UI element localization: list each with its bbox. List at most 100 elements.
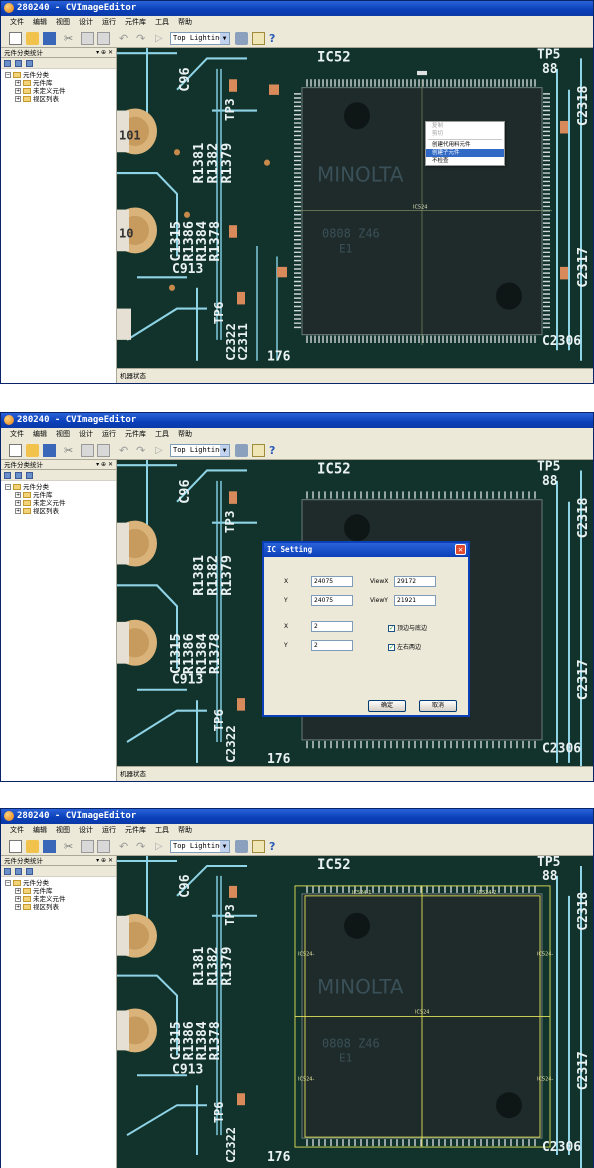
book-icon[interactable] xyxy=(252,444,265,457)
print-icon[interactable] xyxy=(235,840,248,853)
new-file-icon[interactable] xyxy=(9,840,22,853)
paste-icon[interactable] xyxy=(97,444,110,457)
menu-tools[interactable]: 工具 xyxy=(155,428,169,441)
copy-icon[interactable] xyxy=(81,840,94,853)
undo-icon[interactable]: ↶ xyxy=(119,32,132,45)
expand-icon[interactable]: + xyxy=(15,80,21,86)
pcb-canvas[interactable]: IC52 TP5 88 C2318 C96 TP3 R1381 R1382 R1… xyxy=(117,856,593,1168)
tree-root[interactable]: − 元件分类 xyxy=(5,71,116,79)
panel-controls[interactable]: ▾ ⊕ ✕ xyxy=(96,48,113,58)
menu-design[interactable]: 设计 xyxy=(79,428,93,441)
menu-view[interactable]: 视图 xyxy=(56,824,70,837)
save-icon[interactable] xyxy=(43,840,56,853)
panel-tool-icon[interactable] xyxy=(26,472,33,479)
close-icon[interactable]: ✕ xyxy=(455,544,466,555)
expand-icon[interactable]: + xyxy=(15,88,21,94)
cut-icon[interactable]: ✂ xyxy=(64,444,77,457)
save-icon[interactable] xyxy=(43,444,56,457)
menu-library[interactable]: 元件库 xyxy=(125,16,146,29)
tree-item-views[interactable]: + 视区列表 xyxy=(5,507,116,515)
viewy-input[interactable]: 21921 xyxy=(394,595,436,606)
print-icon[interactable] xyxy=(235,32,248,45)
undo-icon[interactable]: ↶ xyxy=(119,840,132,853)
tree-item-undefined[interactable]: + 未定义元件 xyxy=(5,87,116,95)
tree-root[interactable]: − 元件分类 xyxy=(5,879,116,887)
layer-select[interactable]: Top Lighting ▼ xyxy=(170,32,230,45)
pcb-canvas[interactable]: IC52 TP5 88 C2318 C96 TP3 R1381 R1382 R1… xyxy=(117,460,593,766)
panel-tool-icon[interactable] xyxy=(15,60,22,67)
expand-icon[interactable]: + xyxy=(15,896,21,902)
viewx-input[interactable]: 29172 xyxy=(394,576,436,587)
paste-icon[interactable] xyxy=(97,32,110,45)
menu-item-create-substitute[interactable]: 创建代用料元件 xyxy=(426,141,504,149)
menu-help[interactable]: 帮助 xyxy=(178,824,192,837)
panel-tool-icon[interactable] xyxy=(4,472,11,479)
menu-file[interactable]: 文件 xyxy=(10,824,24,837)
tree-item-library[interactable]: + 元件库 xyxy=(5,887,116,895)
split-x-input[interactable]: 2 xyxy=(311,621,353,632)
tree-item-undefined[interactable]: + 未定义元件 xyxy=(5,895,116,903)
menu-library[interactable]: 元件库 xyxy=(125,824,146,837)
menu-file[interactable]: 文件 xyxy=(10,428,24,441)
panel-tool-icon[interactable] xyxy=(26,868,33,875)
tree-item-views[interactable]: + 视区列表 xyxy=(5,95,116,103)
open-folder-icon[interactable] xyxy=(26,840,39,853)
expand-icon[interactable]: + xyxy=(15,888,21,894)
tree-item-undefined[interactable]: + 未定义元件 xyxy=(5,499,116,507)
pcb-canvas[interactable]: IC52 TP5 88 C2318 C96 TP3 R1381 R1382 R1… xyxy=(117,48,593,368)
panel-tool-icon[interactable] xyxy=(15,868,22,875)
menu-file[interactable]: 文件 xyxy=(10,16,24,29)
menu-run[interactable]: 运行 xyxy=(102,16,116,29)
menu-edit[interactable]: 编辑 xyxy=(33,428,47,441)
expand-icon[interactable]: + xyxy=(15,500,21,506)
tree-item-library[interactable]: + 元件库 xyxy=(5,79,116,87)
help-icon[interactable]: ? xyxy=(269,32,282,45)
menu-library[interactable]: 元件库 xyxy=(125,428,146,441)
tree-item-views[interactable]: + 视区列表 xyxy=(5,903,116,911)
cut-icon[interactable]: ✂ xyxy=(64,32,77,45)
cancel-button[interactable]: 取消 xyxy=(419,700,457,712)
redo-icon[interactable]: ↷ xyxy=(136,840,149,853)
collapse-icon[interactable]: − xyxy=(5,484,11,490)
menu-design[interactable]: 设计 xyxy=(79,824,93,837)
menu-item-copy[interactable]: 复制 xyxy=(426,122,504,130)
book-icon[interactable] xyxy=(252,840,265,853)
split-y-input[interactable]: 2 xyxy=(311,640,353,651)
panel-tool-icon[interactable] xyxy=(4,60,11,67)
layer-select[interactable]: Top Lighting ▼ xyxy=(170,840,230,853)
undo-icon[interactable]: ↶ xyxy=(119,444,132,457)
menu-tools[interactable]: 工具 xyxy=(155,16,169,29)
menu-edit[interactable]: 编辑 xyxy=(33,824,47,837)
menu-help[interactable]: 帮助 xyxy=(178,428,192,441)
new-file-icon[interactable] xyxy=(9,444,22,457)
open-folder-icon[interactable] xyxy=(26,444,39,457)
menu-help[interactable]: 帮助 xyxy=(178,16,192,29)
expand-icon[interactable]: + xyxy=(15,492,21,498)
panel-tool-icon[interactable] xyxy=(15,472,22,479)
collapse-icon[interactable]: − xyxy=(5,880,11,886)
menu-item-create-sub-component[interactable]: 创建子元件 xyxy=(426,149,504,157)
tree-root[interactable]: − 元件分类 xyxy=(5,483,116,491)
menu-item-cut[interactable]: 剪切 xyxy=(426,130,504,138)
x-input[interactable]: 24075 xyxy=(311,576,353,587)
menu-edit[interactable]: 编辑 xyxy=(33,16,47,29)
open-folder-icon[interactable] xyxy=(26,32,39,45)
panel-controls[interactable]: ▾ ⊕ ✕ xyxy=(96,460,113,470)
collapse-icon[interactable]: − xyxy=(5,72,11,78)
redo-icon[interactable]: ↷ xyxy=(136,32,149,45)
menu-run[interactable]: 运行 xyxy=(102,824,116,837)
run-icon[interactable]: ▷ xyxy=(155,32,168,45)
help-icon[interactable]: ? xyxy=(269,444,282,457)
run-icon[interactable]: ▷ xyxy=(155,840,168,853)
cut-icon[interactable]: ✂ xyxy=(64,840,77,853)
expand-icon[interactable]: + xyxy=(15,96,21,102)
panel-tool-icon[interactable] xyxy=(26,60,33,67)
y-input[interactable]: 24075 xyxy=(311,595,353,606)
expand-icon[interactable]: + xyxy=(15,904,21,910)
save-icon[interactable] xyxy=(43,32,56,45)
left-right-checkbox[interactable]: ✓ 左右两边 xyxy=(388,642,421,651)
new-file-icon[interactable] xyxy=(9,32,22,45)
menu-view[interactable]: 视图 xyxy=(56,16,70,29)
expand-icon[interactable]: + xyxy=(15,508,21,514)
menu-item-no-check[interactable]: 不检查 xyxy=(426,157,504,165)
